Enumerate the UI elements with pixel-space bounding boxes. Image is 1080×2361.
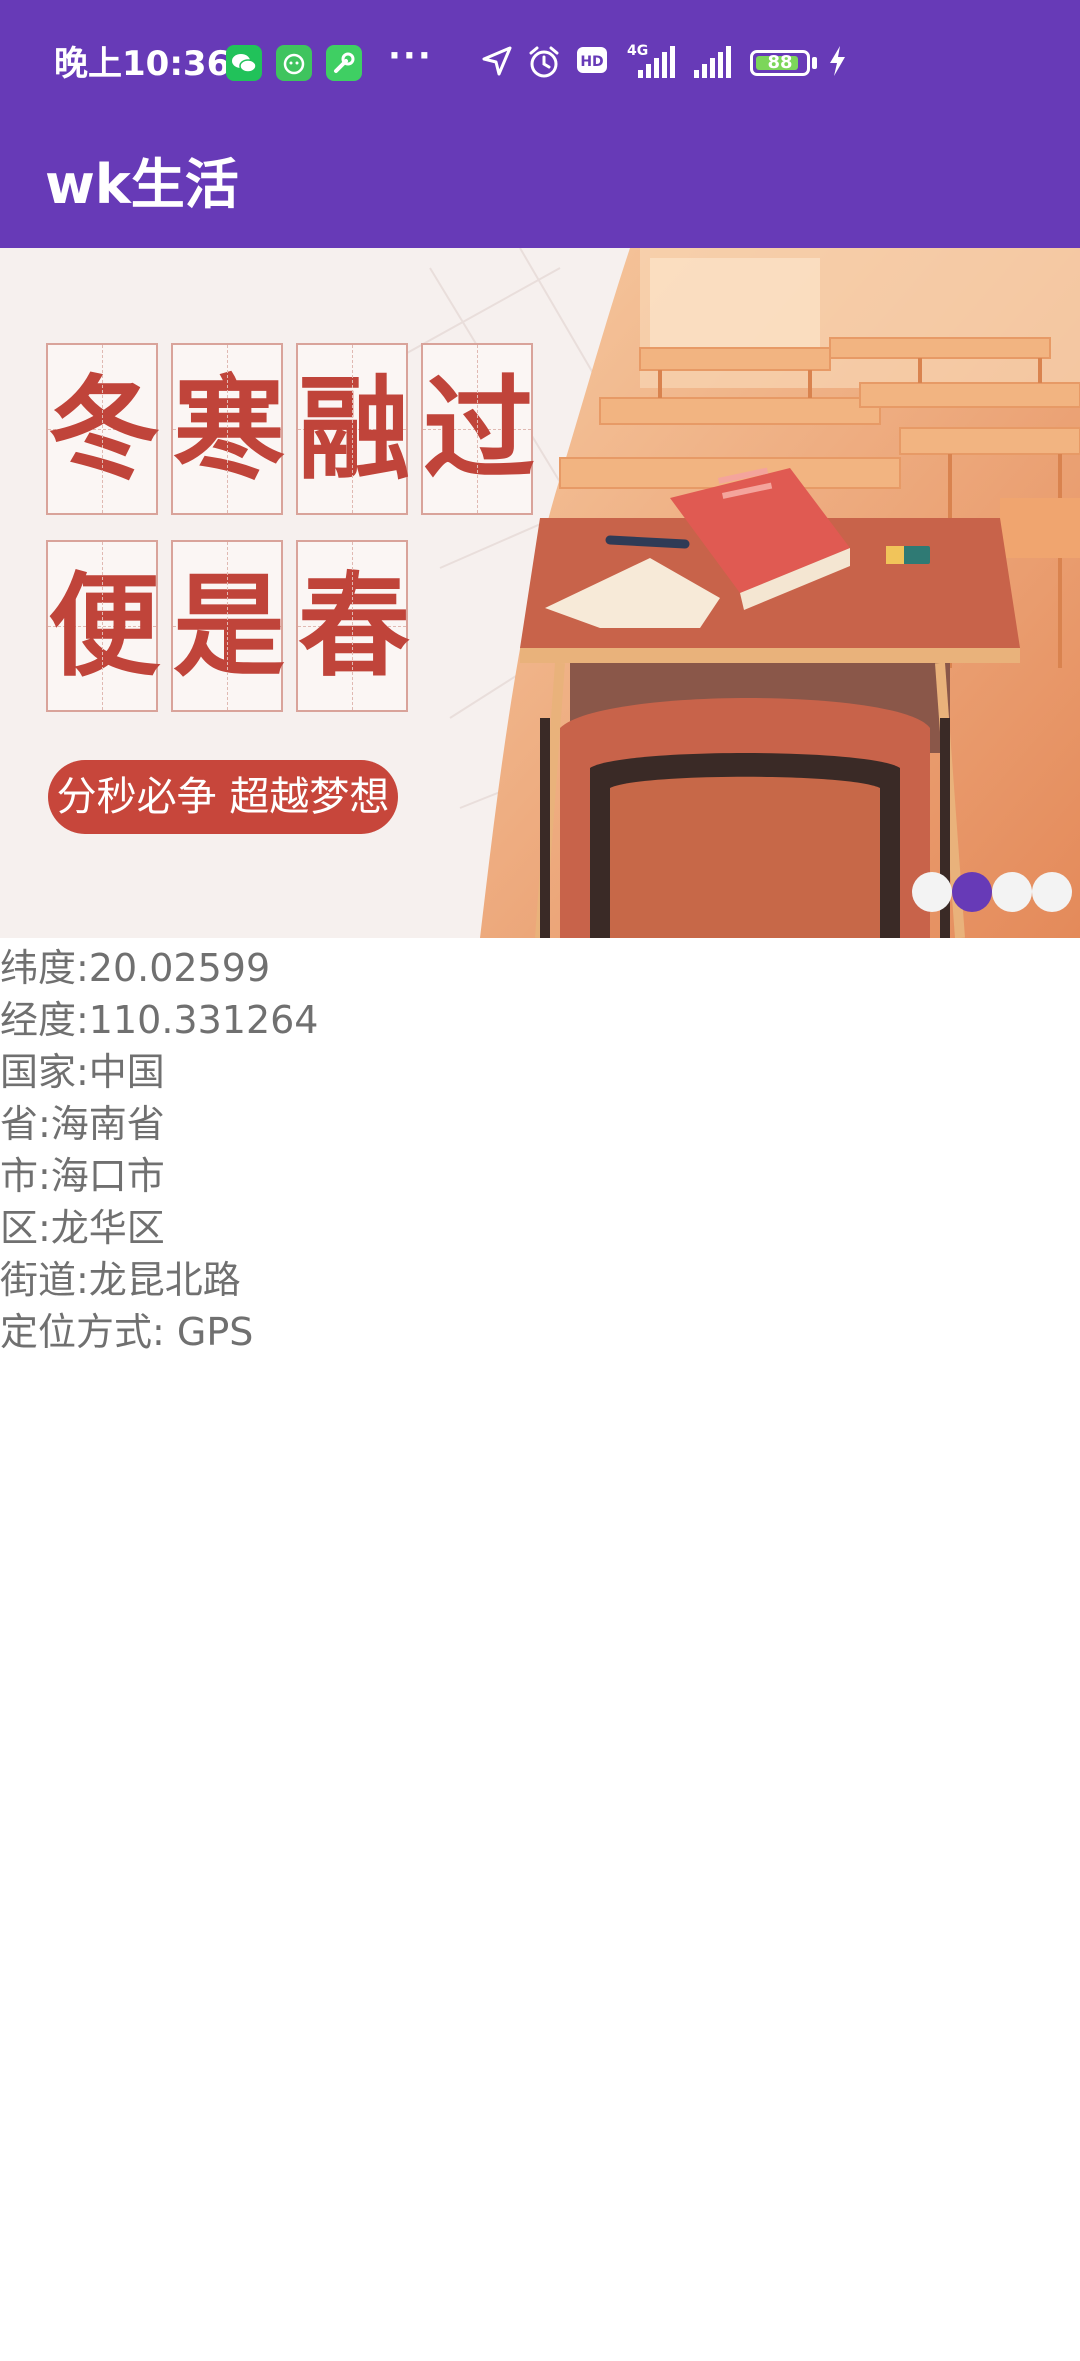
locate-method-text: 定位方式: GPS [0,1310,254,1354]
banner-illustration [379,248,1080,938]
banner-char-cell: 过 [421,343,535,515]
carousel-dot[interactable] [912,872,952,912]
charging-icon [830,46,845,76]
battery-tip [812,57,817,69]
svg-text:HD: HD [580,54,603,70]
location-info: 纬度:20.02599 经度:110.331264 国家:中国 省:海南省 市:… [0,942,318,1358]
hd-icon: HD [577,47,607,73]
wrench-app-icon [326,45,362,81]
pet-app-icon [276,45,312,81]
banner-char: 春 [298,561,410,692]
wechat-icon [226,45,262,81]
more-notifications-icon: ··· [388,36,433,76]
banner-char-cell: 便 [46,540,160,712]
battery-icon: 88 [750,50,810,76]
carousel-dot[interactable] [952,872,992,912]
banner-char-cell: 是 [171,540,285,712]
banner-char: 融 [298,364,410,495]
banner-char-cell: 寒 [171,343,285,515]
province-text: 省:海南省 [0,1102,165,1146]
banner-char-cell: 融 [296,343,410,515]
country-text: 国家:中国 [0,1050,165,1094]
banner-char-cell: 冬 [46,343,160,515]
banner-char: 寒 [173,364,285,495]
banner-char-cell: 春 [296,540,410,712]
status-time: 晚上10:36 [54,44,231,84]
banner-char: 冬 [48,364,160,495]
banner-char: 过 [423,364,535,495]
banner-carousel[interactable]: 冬寒融过 便是春 分秒必争 超越梦想 [0,248,1080,938]
carousel-dot[interactable] [1032,872,1072,912]
status-bar: 晚上10:36 ··· HD 4G 88 [0,0,1080,128]
city-text: 市:海口市 [0,1154,165,1198]
street-text: 街道:龙昆北路 [0,1258,241,1302]
banner-char: 是 [173,561,285,692]
carousel-dot[interactable] [992,872,1032,912]
app-title: wk生活 [45,153,239,216]
longitude-text: 经度:110.331264 [0,998,319,1042]
district-text: 区:龙华区 [0,1206,165,1250]
latitude-text: 纬度:20.02599 [0,946,271,990]
signal-icon [638,46,675,78]
carousel-indicator [912,872,1074,912]
banner-slogan: 分秒必争 超越梦想 [48,760,398,834]
app-toolbar: wk生活 [0,128,1080,248]
banner-char: 便 [48,561,160,692]
location-arrow-icon [482,46,512,76]
alarm-icon [529,46,559,78]
signal-icon [694,46,731,78]
battery-percent: 88 [767,52,793,73]
